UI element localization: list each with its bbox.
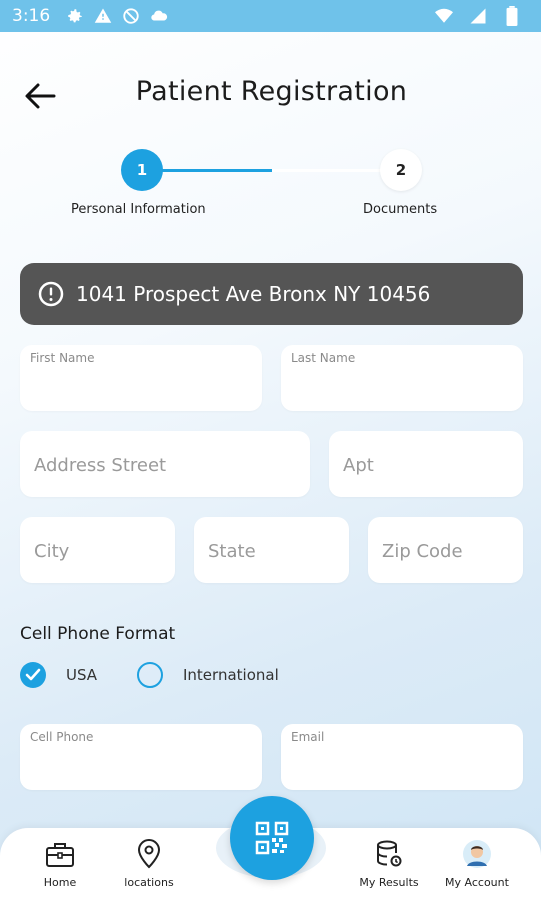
email-field[interactable]: Email	[281, 724, 523, 790]
nav-my-results-label: My Results	[359, 876, 419, 889]
checkmark-icon	[25, 668, 41, 681]
step-1-indicator[interactable]: 1	[121, 149, 163, 191]
avatar	[437, 838, 517, 870]
nav-my-account[interactable]: My Account	[437, 838, 517, 889]
status-time: 3:16	[12, 6, 51, 26]
address-street-field[interactable]: Address Street	[20, 431, 310, 497]
radio-international-label: International	[183, 666, 279, 684]
step-2-indicator[interactable]: 2	[380, 149, 422, 191]
briefcase-icon	[20, 838, 100, 870]
nav-locations[interactable]: locations	[109, 838, 189, 889]
step-1-label: Personal Information	[71, 202, 206, 217]
radio-international-unchecked[interactable]	[137, 662, 163, 688]
battery-icon	[501, 5, 523, 27]
qr-scan-button[interactable]	[230, 796, 314, 880]
zip-code-field[interactable]: Zip Code	[368, 517, 523, 583]
settings-gear-icon	[64, 5, 86, 27]
last-name-field[interactable]: Last Name	[281, 345, 523, 411]
database-icon	[349, 838, 429, 870]
apt-field[interactable]: Apt	[329, 431, 523, 497]
radio-usa-label: USA	[66, 666, 98, 684]
cell-phone-input[interactable]	[30, 750, 252, 769]
city-field[interactable]: City	[20, 517, 175, 583]
stepper-remaining-line	[272, 169, 382, 172]
page-title: Patient Registration	[135, 76, 408, 107]
qr-code-icon	[255, 821, 289, 855]
address-street-placeholder: Address Street	[34, 455, 167, 476]
warning-icon	[92, 5, 114, 27]
first-name-field[interactable]: First Name	[20, 345, 262, 411]
email-input[interactable]	[291, 750, 513, 769]
header: Patient Registration	[0, 70, 541, 120]
city-placeholder: City	[34, 541, 70, 562]
radio-usa-option[interactable]: USA	[20, 661, 97, 689]
alert-circle-icon	[38, 281, 64, 307]
status-bar: 3:16	[0, 0, 541, 32]
stepper-progress-line	[150, 169, 272, 172]
last-name-label: Last Name	[291, 351, 356, 365]
location-pin-icon	[109, 838, 189, 870]
cell-phone-field[interactable]: Cell Phone	[20, 724, 262, 790]
state-placeholder: State	[208, 541, 256, 562]
first-name-input[interactable]	[30, 371, 252, 390]
nav-locations-label: locations	[124, 876, 174, 889]
cloud-icon	[148, 5, 170, 27]
alert-text: 1041 Prospect Ave Bronx NY 10456	[76, 282, 431, 306]
state-field[interactable]: State	[194, 517, 349, 583]
address-alert-banner: 1041 Prospect Ave Bronx NY 10456	[20, 263, 523, 325]
apt-placeholder: Apt	[343, 455, 374, 476]
last-name-input[interactable]	[291, 371, 513, 390]
radio-international-option[interactable]: International	[137, 661, 279, 689]
wifi-icon	[433, 5, 455, 27]
phone-format-title: Cell Phone Format	[20, 624, 176, 644]
nav-home-label: Home	[43, 876, 77, 889]
email-label: Email	[291, 730, 325, 744]
nav-my-results[interactable]: My Results	[349, 838, 429, 889]
nav-my-account-label: My Account	[445, 876, 509, 889]
first-name-label: First Name	[30, 351, 95, 365]
no-sync-icon	[120, 5, 142, 27]
step-2-label: Documents	[363, 202, 438, 217]
radio-usa-checked[interactable]	[20, 662, 46, 688]
cell-phone-label: Cell Phone	[30, 730, 94, 744]
registration-stepper: 1 2 Personal Information Documents	[0, 148, 541, 228]
nav-home[interactable]: Home	[20, 838, 100, 889]
signal-icon	[467, 5, 489, 27]
zip-code-placeholder: Zip Code	[382, 541, 463, 562]
